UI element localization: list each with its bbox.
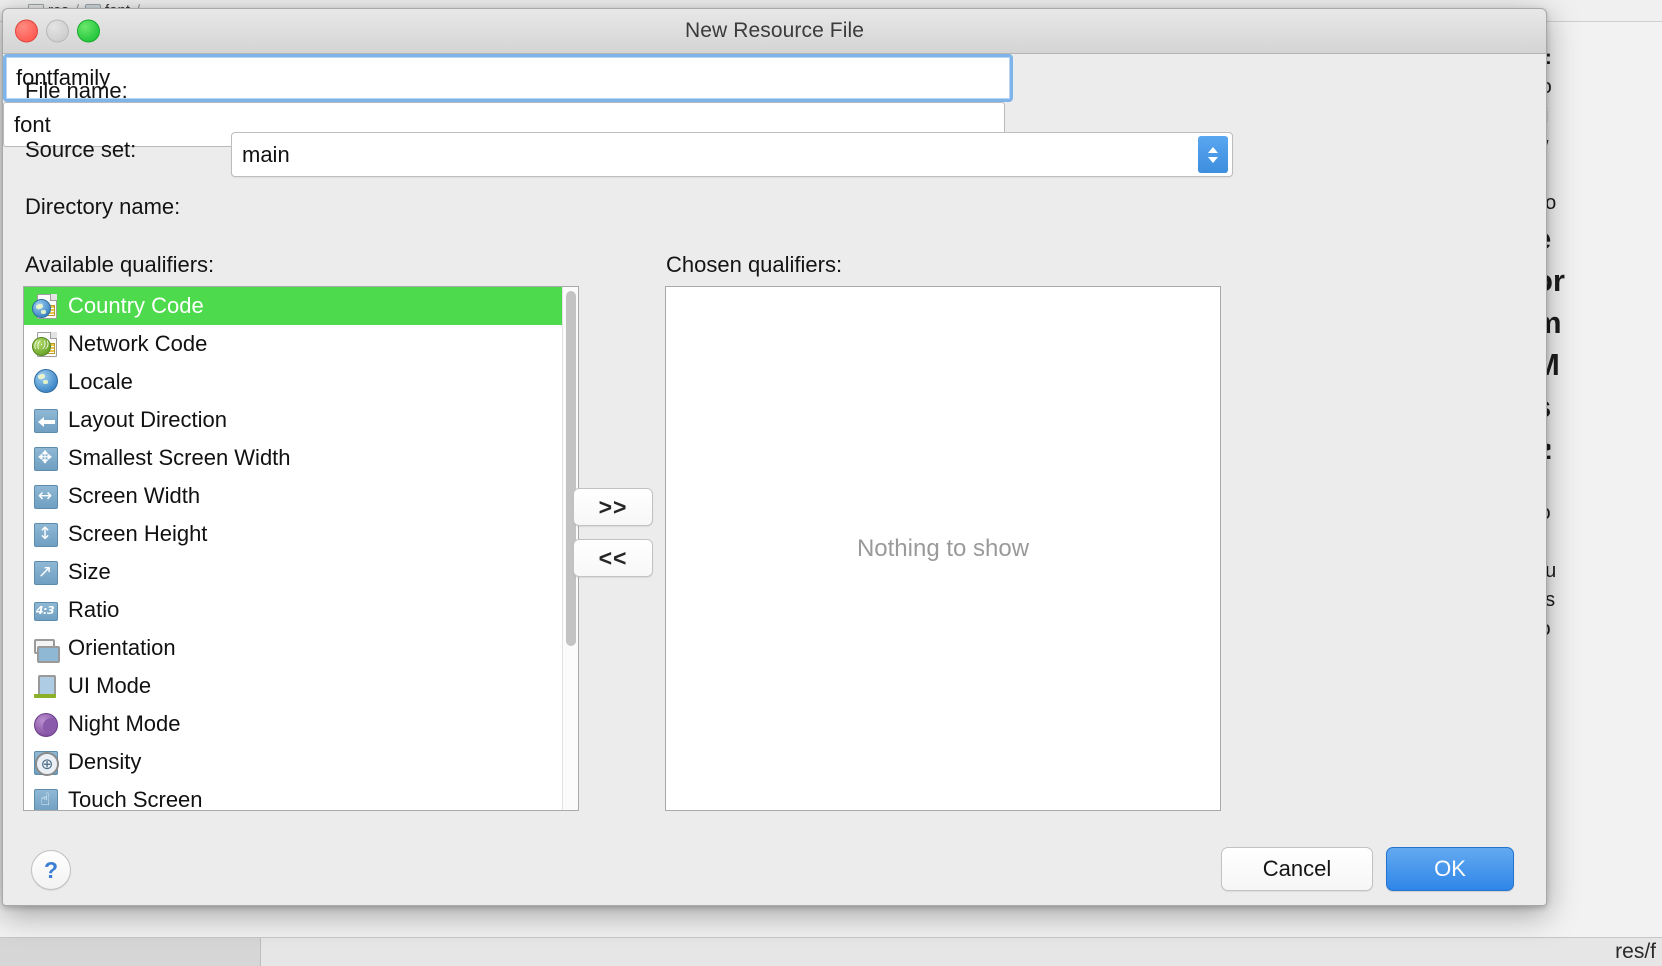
fragment: M	[1534, 344, 1662, 386]
list-item-label: Touch Screen	[68, 787, 203, 810]
list-item-screen-height[interactable]: ↕ Screen Height	[24, 515, 562, 553]
new-resource-file-dialog: New Resource File File name: Source set:…	[2, 8, 1547, 906]
chevron-updown-icon[interactable]	[1198, 136, 1228, 173]
list-item-label: Smallest Screen Width	[68, 445, 291, 471]
list-item-ratio[interactable]: 4:3 Ratio	[24, 591, 562, 629]
fragment: to	[1534, 615, 1662, 644]
country-code-icon	[32, 293, 58, 319]
list-item-density[interactable]: ⊕ Density	[24, 743, 562, 781]
maximize-icon[interactable]	[77, 20, 100, 43]
fragment: ≥	[1534, 428, 1662, 470]
file-name-label: File name:	[25, 78, 128, 104]
list-item-label: Night Mode	[68, 711, 181, 737]
ide-tab-left[interactable]	[0, 938, 151, 966]
layout-direction-icon	[32, 407, 58, 433]
chosen-qualifiers-label: Chosen qualifiers:	[666, 252, 842, 278]
file-name-input[interactable]	[3, 54, 1013, 102]
list-item-locale[interactable]: Locale	[24, 363, 562, 401]
dialog-body: File name: Source set: main Directory na…	[3, 54, 1546, 906]
density-icon: ⊕	[32, 749, 58, 775]
available-qualifiers-label: Available qualifiers:	[25, 252, 214, 278]
ratio-icon: 4:3	[32, 597, 58, 623]
list-item-label: Locale	[68, 369, 133, 395]
locale-globe-icon	[32, 369, 58, 395]
fragment: ro	[1534, 73, 1662, 102]
directory-name-row: Directory name:	[25, 194, 180, 220]
list-item-country-code[interactable]: Country Code	[24, 287, 562, 325]
fragment: or	[1534, 260, 1662, 302]
list-item-label: Screen Height	[68, 521, 207, 547]
list-item-label: Network Code	[68, 331, 207, 357]
fragment: ki	[1534, 102, 1662, 131]
directory-name-label: Directory name:	[25, 194, 180, 220]
smallest-screen-width-icon: ✥	[32, 445, 58, 471]
night-mode-icon	[32, 711, 58, 737]
file-name-row: File name:	[25, 78, 128, 104]
help-button[interactable]: ?	[31, 850, 71, 890]
source-set-value: main	[242, 142, 290, 168]
empty-state-text: Nothing to show	[666, 535, 1220, 563]
list-item-layout-direction[interactable]: Layout Direction	[24, 401, 562, 439]
remove-qualifier-button[interactable]: <<	[573, 539, 653, 577]
fragment: x	[1534, 528, 1662, 557]
dialog-title: New Resource File	[685, 19, 864, 43]
ide-tab-right[interactable]	[150, 938, 261, 966]
list-item-orientation[interactable]: Orientation	[24, 629, 562, 667]
size-icon: ↗	[32, 559, 58, 585]
list-item-label: Size	[68, 559, 111, 585]
available-list-viewport: Country Code Network Code Locale	[24, 287, 562, 810]
list-item-screen-width[interactable]: ↔ Screen Width	[24, 477, 562, 515]
available-qualifiers-list[interactable]: Country Code Network Code Locale	[23, 286, 579, 811]
list-item-ui-mode[interactable]: UI Mode	[24, 667, 562, 705]
ok-button[interactable]: OK	[1386, 847, 1514, 891]
add-qualifier-button[interactable]: >>	[573, 488, 653, 526]
list-item-size[interactable]: ↗ Size	[24, 553, 562, 591]
source-set-label: Source set:	[25, 137, 136, 163]
list-item-label: Density	[68, 749, 141, 775]
window-controls	[15, 20, 100, 43]
fragment: v:	[1534, 44, 1662, 73]
editor-text-fragments: v: ro ki w d do e or m M s ≥ v, fo x ou …	[1530, 44, 1662, 894]
list-item-label: UI Mode	[68, 673, 151, 699]
list-item-label: Country Code	[68, 293, 204, 319]
chosen-qualifiers-list[interactable]: Nothing to show	[665, 286, 1221, 811]
source-set-dropdown[interactable]: main	[231, 132, 1233, 177]
orientation-icon	[32, 635, 58, 661]
source-set-row: Source set:	[25, 137, 136, 163]
fragment: do	[1534, 189, 1662, 218]
list-item-night-mode[interactable]: Night Mode	[24, 705, 562, 743]
minimize-icon[interactable]	[46, 20, 69, 43]
screen-width-icon: ↔	[32, 483, 58, 509]
fragment: m	[1534, 302, 1662, 344]
status-path: res/f	[1615, 940, 1656, 964]
network-code-icon	[32, 331, 58, 357]
fragment: s	[1534, 386, 1662, 428]
touch-screen-icon: ☝	[32, 787, 58, 810]
scrollbar-thumb[interactable]	[566, 291, 576, 646]
fragment: w	[1534, 131, 1662, 160]
fragment: d	[1534, 160, 1662, 189]
cancel-button[interactable]: Cancel	[1221, 847, 1373, 891]
dialog-titlebar: New Resource File	[3, 9, 1546, 54]
list-item-label: Screen Width	[68, 483, 200, 509]
list-item-label: Layout Direction	[68, 407, 227, 433]
screen-height-icon: ↕	[32, 521, 58, 547]
fragment: fo	[1534, 499, 1662, 528]
fragment: es	[1534, 586, 1662, 615]
list-item-label: Orientation	[68, 635, 176, 661]
fragment: ou	[1534, 557, 1662, 586]
list-item-network-code[interactable]: Network Code	[24, 325, 562, 363]
close-icon[interactable]	[15, 20, 38, 43]
list-item-touch-screen[interactable]: ☝ Touch Screen	[24, 781, 562, 810]
fragment: v,	[1534, 470, 1662, 499]
ui-mode-icon	[32, 673, 58, 699]
fragment: e	[1534, 218, 1662, 260]
list-item-smallest-screen-width[interactable]: ✥ Smallest Screen Width	[24, 439, 562, 477]
list-item-label: Ratio	[68, 597, 119, 623]
